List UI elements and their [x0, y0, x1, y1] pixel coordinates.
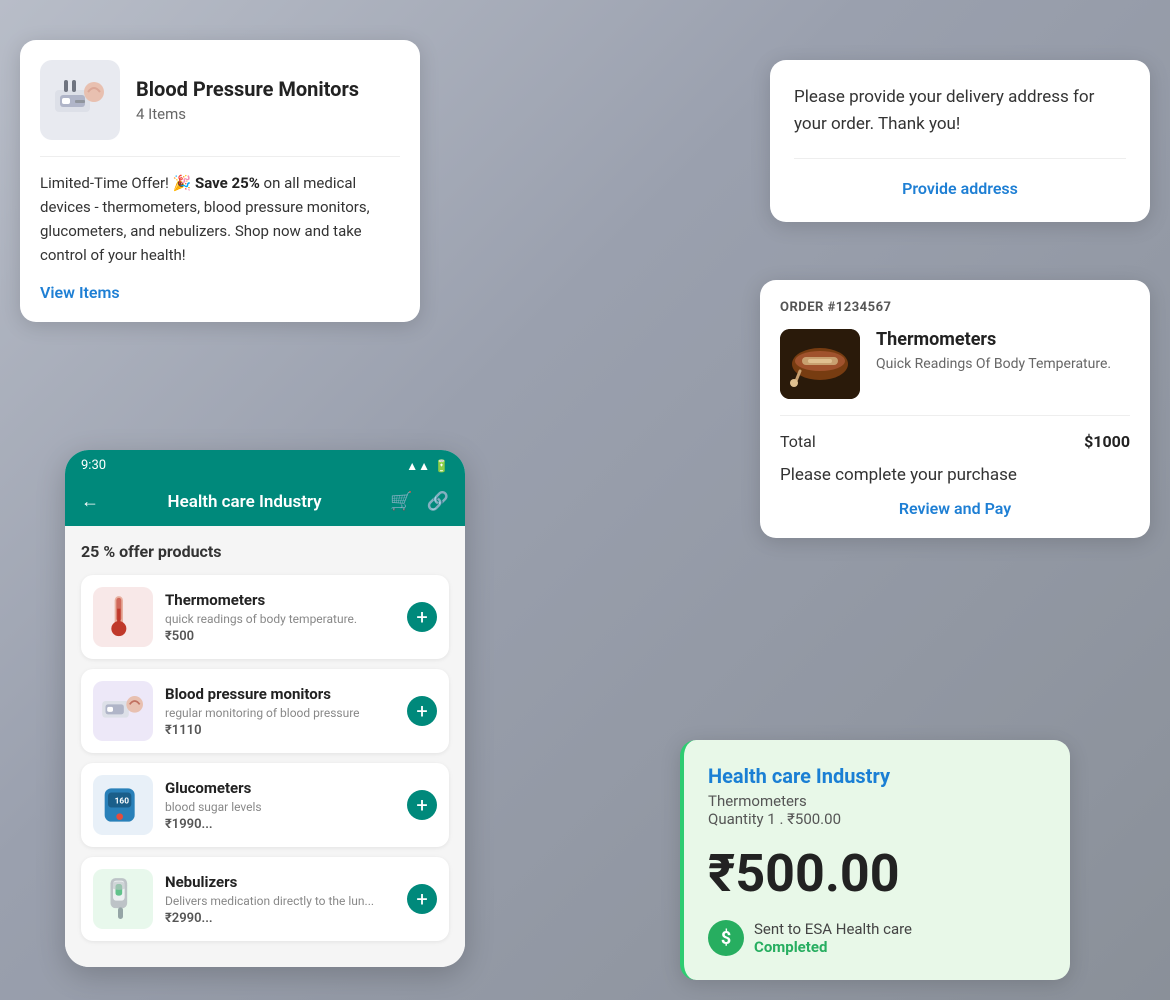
list-item: Blood pressure monitors regular monitori… [81, 669, 449, 753]
offer-prefix: Limited-Time Offer! 🎉 [40, 174, 195, 192]
mobile-content: 25 % offer products Thermometers quick r… [65, 526, 465, 967]
list-item: 160 Glucometers blood sugar levels ₹1990… [81, 763, 449, 847]
amount-display: ₹500.00 [708, 848, 1046, 900]
delivery-card: Please provide your delivery address for… [770, 60, 1150, 222]
cart-icon[interactable]: 🛒 [390, 491, 412, 512]
product-list-thumb [93, 681, 153, 741]
product-name: Thermometers [165, 591, 395, 609]
product-name: Blood pressure monitors [165, 685, 395, 703]
add-button[interactable]: + [407, 696, 437, 726]
order-product-row: Thermometers Quick Readings Of Body Temp… [780, 329, 1130, 416]
total-value: $1000 [1084, 432, 1130, 451]
total-label: Total [780, 432, 816, 451]
product-list-thumb [93, 869, 153, 929]
view-items-button[interactable]: View Items [40, 283, 120, 302]
product-list-info: Nebulizers Delivers medication directly … [165, 873, 395, 926]
add-button[interactable]: + [407, 884, 437, 914]
quantity-text: Quantity 1 . ₹500.00 [708, 810, 1046, 828]
signal-icon: ▲▲ [406, 459, 430, 473]
product-price: ₹500 [165, 629, 395, 644]
sent-info: Sent to ESA Health care Completed [754, 920, 912, 956]
product-list-thumb [93, 587, 153, 647]
product-list-thumb: 160 [93, 775, 153, 835]
product-thumbnail [40, 60, 120, 140]
order-total-row: Total $1000 [780, 432, 1130, 451]
product-name: Nebulizers [165, 873, 395, 891]
complete-purchase-text: Please complete your purchase [780, 465, 1130, 485]
order-product-info: Thermometers Quick Readings Of Body Temp… [876, 329, 1111, 372]
payment-card: Health care Industry Thermometers Quanti… [680, 740, 1070, 980]
product-price: ₹1990... [165, 817, 395, 832]
provide-address-button[interactable]: Provide address [794, 179, 1126, 198]
order-card: ORDER #1234567 Thermometers Quick Readin… [760, 280, 1150, 538]
nav-icons: 🛒 🔗 [390, 491, 449, 512]
product-desc: blood sugar levels [165, 800, 395, 814]
completed-status: Completed [754, 938, 912, 956]
product-desc: quick readings of body temperature. [165, 612, 395, 626]
product-price: ₹2990... [165, 911, 395, 926]
order-product-name: Thermometers [876, 329, 1111, 350]
product-list-info: Blood pressure monitors regular monitori… [165, 685, 395, 738]
sent-row: $ Sent to ESA Health care Completed [708, 920, 1046, 956]
product-list-info: Glucometers blood sugar levels ₹1990... [165, 779, 395, 832]
back-button[interactable]: ← [81, 491, 99, 512]
list-item: Nebulizers Delivers medication directly … [81, 857, 449, 941]
payment-product-name: Thermometers [708, 792, 1046, 810]
status-time: 9:30 [81, 458, 106, 473]
items-count: 4 Items [136, 105, 359, 123]
product-desc: Delivers medication directly to the lun.… [165, 894, 395, 908]
add-button[interactable]: + [407, 790, 437, 820]
status-bar: 9:30 ▲▲ 🔋 [65, 450, 465, 481]
order-product-thumbnail [780, 329, 860, 399]
review-pay-button[interactable]: Review and Pay [780, 499, 1130, 518]
add-button[interactable]: + [407, 602, 437, 632]
signal-icons: ▲▲ 🔋 [406, 459, 449, 473]
product-info: Blood Pressure Monitors 4 Items [136, 77, 359, 123]
mobile-nav-bar: ← Health care Industry 🛒 🔗 [65, 481, 465, 526]
blood-pressure-card: Blood Pressure Monitors 4 Items Limited-… [20, 40, 420, 322]
offer-bold: Save 25% [195, 174, 260, 192]
order-product-desc: Quick Readings Of Body Temperature. [876, 356, 1111, 372]
store-name: Health care Industry [708, 764, 1046, 788]
product-list: Thermometers quick readings of body temp… [81, 575, 449, 941]
offer-banner: 25 % offer products [81, 542, 449, 561]
battery-icon: 🔋 [434, 459, 449, 473]
nav-title: Health care Industry [168, 492, 322, 512]
product-name: Glucometers [165, 779, 395, 797]
offer-text: Limited-Time Offer! 🎉 Save 25% on all me… [40, 156, 400, 267]
product-title: Blood Pressure Monitors [136, 77, 359, 101]
product-list-info: Thermometers quick readings of body temp… [165, 591, 395, 644]
link-icon[interactable]: 🔗 [427, 491, 449, 512]
sent-to: Sent to ESA Health care [754, 920, 912, 938]
svg-text:160: 160 [115, 796, 130, 806]
product-price: ₹1110 [165, 723, 395, 738]
product-desc: regular monitoring of blood pressure [165, 706, 395, 720]
product-header: Blood Pressure Monitors 4 Items [40, 60, 400, 140]
order-number: ORDER #1234567 [780, 300, 1130, 315]
mobile-app-panel: 9:30 ▲▲ 🔋 ← Health care Industry 🛒 🔗 25 … [65, 450, 465, 967]
dollar-icon: $ [708, 920, 744, 956]
list-item: Thermometers quick readings of body temp… [81, 575, 449, 659]
delivery-message: Please provide your delivery address for… [794, 84, 1126, 159]
